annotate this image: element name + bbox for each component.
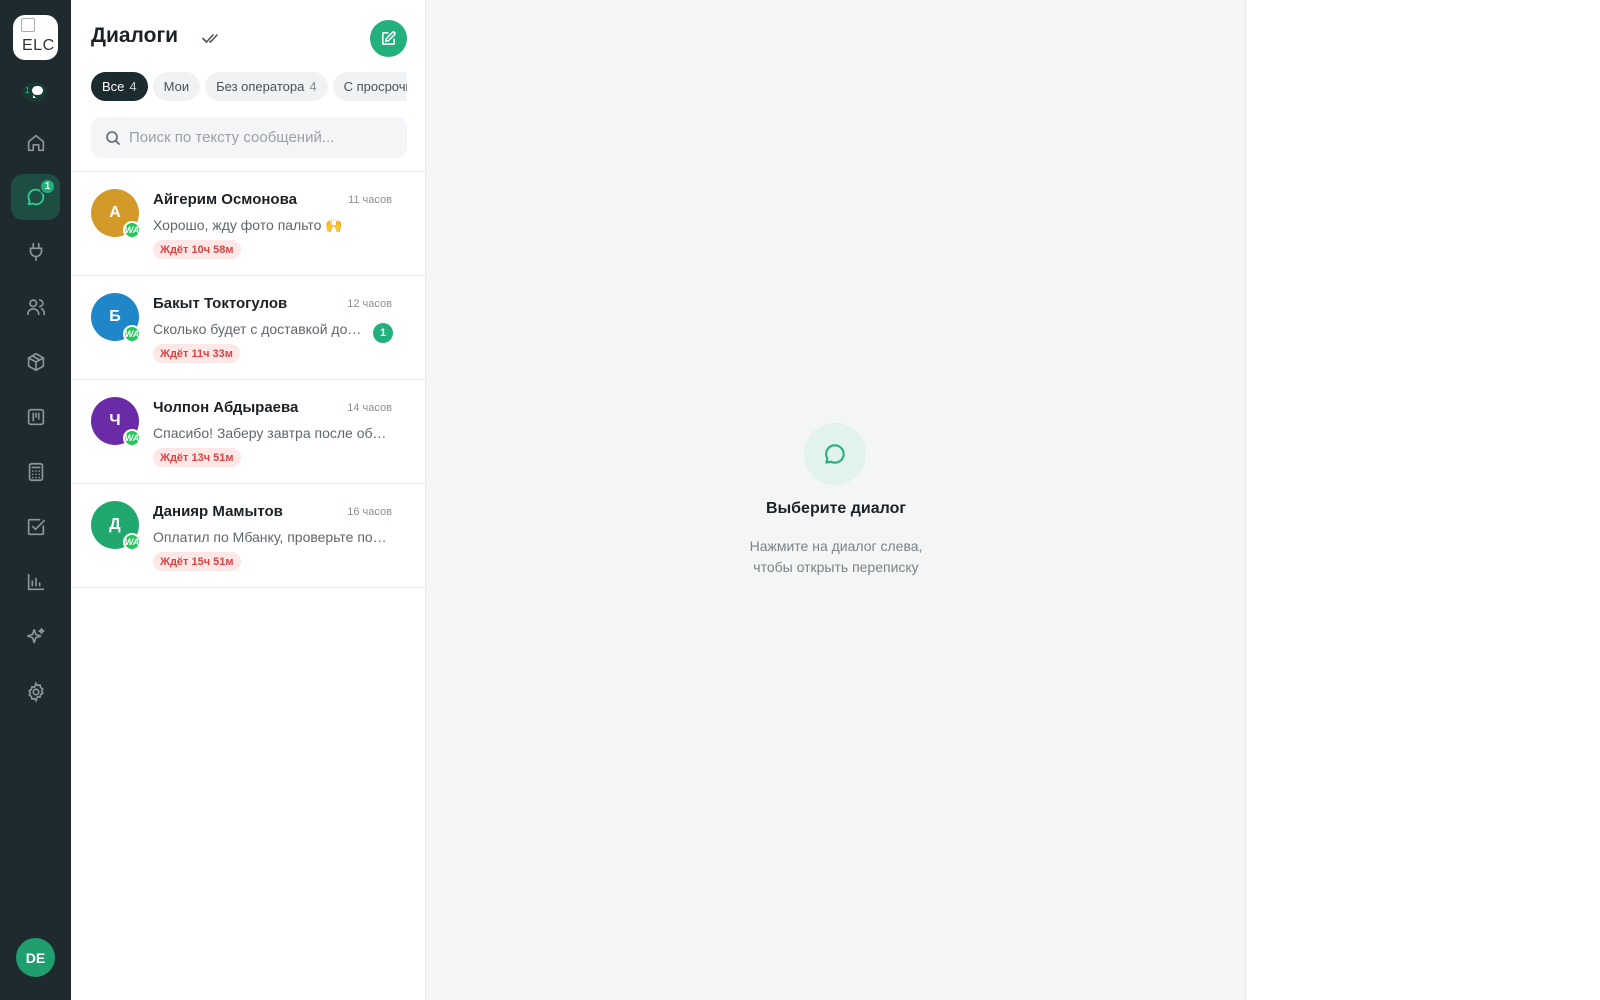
whatsapp-icon: WA — [123, 221, 141, 239]
plug-icon — [29, 242, 42, 262]
conversation-area: Выберите диалог Нажмите на диалог слева,… — [426, 0, 1246, 1000]
dialog-item[interactable]: Б WA Бакыт Токтогулов 12 часов Сколько б… — [71, 276, 426, 380]
whatsapp-icon: WA — [123, 429, 141, 447]
empty-state-icon-wrapper — [804, 423, 866, 485]
users-icon — [26, 299, 45, 316]
message-preview: Сколько будет с доставкой до Оша? — [153, 321, 365, 337]
filter-all[interactable]: Все 4 — [91, 72, 148, 101]
nav-clients[interactable] — [11, 284, 60, 330]
new-dialog-button[interactable] — [370, 20, 407, 57]
chat-icon — [825, 444, 845, 464]
home-icon — [27, 134, 44, 152]
nav-board[interactable] — [11, 394, 60, 440]
whatsapp-icon: WA — [123, 325, 141, 343]
waiting-badge: Ждёт 10ч 58м — [153, 240, 241, 259]
message-preview: Спасибо! Заберу завтра после обеда — [153, 425, 393, 441]
filter-count: 4 — [129, 79, 137, 94]
gear-icon — [27, 681, 44, 703]
filter-label: Все — [102, 79, 125, 94]
speech-bubble-icon — [32, 86, 43, 98]
filter-no-operator[interactable]: Без оператора 4 — [205, 72, 328, 101]
filter-mine[interactable]: Мои — [152, 72, 201, 101]
dialog-item[interactable]: Ч WA Чолпон Абдыраева 14 часов Спасибо! … — [71, 380, 426, 484]
dialog-item[interactable]: Д WA Данияр Мамытов 16 часов Оплатил по … — [71, 484, 426, 588]
empty-state-subtitle: Нажмите на диалог слева, чтобы открыть п… — [426, 536, 1246, 578]
contact-name: Чолпон Абдыраева — [153, 399, 299, 416]
filter-label: С просрочкой — [343, 79, 407, 94]
filter-overdue[interactable]: С просрочкой — [332, 72, 407, 101]
user-avatar[interactable]: DE — [16, 938, 55, 977]
message-preview: Хорошо, жду фото пальто 🙌 — [153, 217, 343, 233]
nav-home[interactable] — [11, 120, 60, 166]
dialog-time: 14 часов — [347, 402, 392, 414]
filter-label: Без оператора — [216, 79, 305, 94]
nav-dialogs[interactable]: 1 — [11, 174, 60, 220]
contact-name: Данияр Мамытов — [153, 503, 283, 520]
empty-state-line: Нажмите на диалог слева, — [749, 538, 923, 554]
nav-analytics[interactable] — [11, 559, 60, 605]
nav-settings[interactable] — [11, 669, 60, 715]
search-box — [91, 117, 407, 158]
nav-calculator[interactable] — [11, 449, 60, 495]
double-check-icon[interactable] — [201, 29, 221, 47]
waiting-badge: Ждёт 13ч 51м — [153, 448, 241, 467]
whatsapp-icon: WA — [123, 533, 141, 551]
message-preview: Оплатил по Мбанку, проверьте пожалуйста — [153, 529, 393, 545]
app-logo[interactable]: ELC — [13, 15, 58, 60]
left-rail: ELC 1 1 DE — [0, 0, 71, 1000]
waiting-badge: Ждёт 11ч 33м — [153, 344, 240, 363]
search-icon — [106, 131, 120, 145]
mini-chat-indicator[interactable]: 1 — [23, 82, 47, 102]
search-input[interactable] — [129, 117, 399, 158]
dialog-time: 16 часов — [347, 506, 392, 518]
broken-image-icon — [21, 18, 35, 32]
page-title: Диалоги — [91, 24, 179, 47]
mini-chat-count: 1 — [25, 86, 30, 95]
dialog-time: 11 часов — [348, 194, 392, 206]
dialogs-badge: 1 — [39, 178, 56, 195]
dialog-item[interactable]: А WA Айгерим Осмонова 11 часов Хорошо, ж… — [71, 172, 426, 276]
contact-name: Бакыт Токтогулов — [153, 295, 288, 312]
nav-products[interactable] — [11, 339, 60, 385]
contact-name: Айгерим Осмонова — [153, 191, 297, 208]
edit-icon — [382, 31, 396, 45]
dialog-time: 12 часов — [347, 298, 392, 310]
empty-state-title: Выберите диалог — [765, 500, 907, 517]
sparkles-icon — [26, 627, 45, 644]
bar-chart-icon — [27, 573, 44, 591]
filter-label: Мои — [163, 79, 190, 94]
calculator-icon — [28, 462, 43, 482]
nav-integrations[interactable] — [11, 229, 60, 275]
unread-count-badge: 1 — [373, 323, 393, 343]
dialogs-panel: Диалоги Все 4 Мои Без оператора 4 С просрочко… — [71, 0, 426, 1000]
empty-state-line: чтобы открыть переписку — [753, 559, 919, 575]
nav-ai[interactable] — [11, 614, 60, 660]
logo-alt-text: ELC — [22, 37, 55, 54]
checkbox-icon — [27, 518, 45, 536]
details-panel — [1246, 0, 1600, 1000]
nav-tasks[interactable] — [11, 504, 60, 550]
filter-count: 4 — [309, 79, 317, 94]
box-icon — [27, 352, 44, 372]
kanban-icon — [27, 408, 44, 426]
filter-tabs: Все 4 Мои Без оператора 4 С просрочкой — [91, 72, 407, 101]
waiting-badge: Ждёт 15ч 51м — [153, 552, 241, 571]
